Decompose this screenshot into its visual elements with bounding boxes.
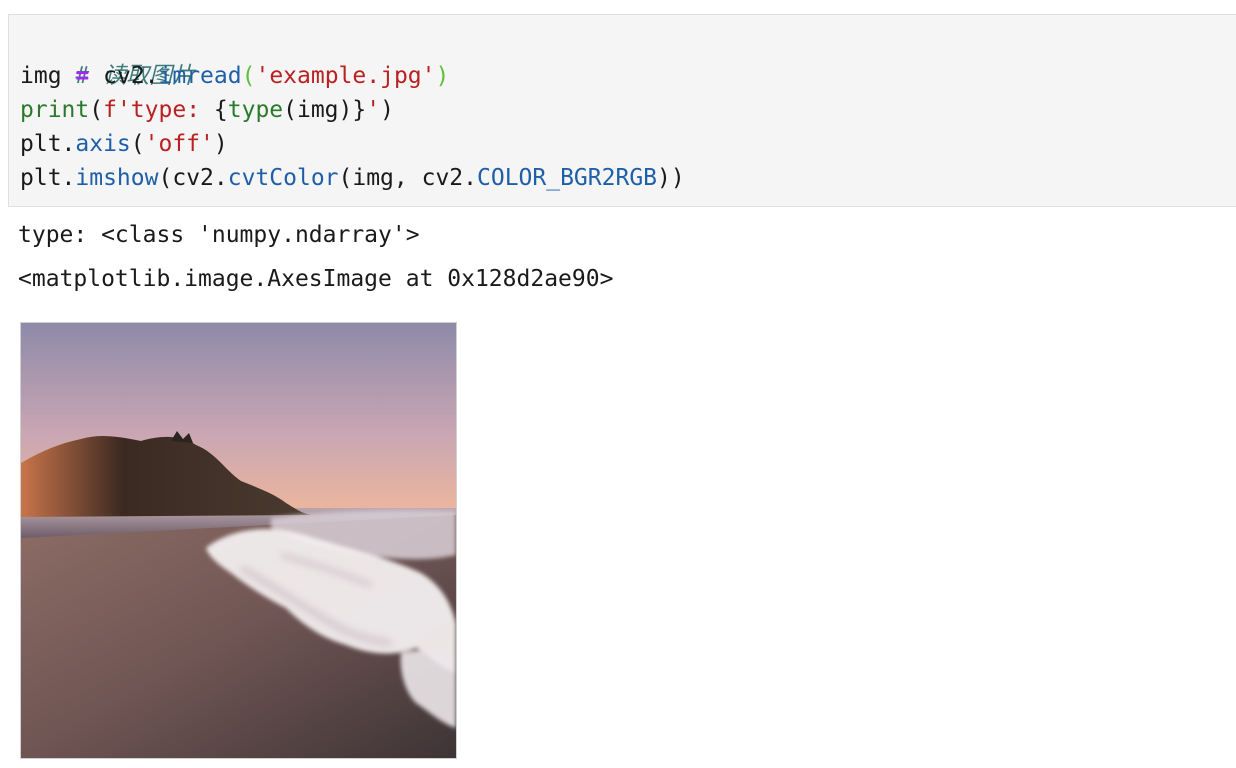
code-token-function: imread [158, 63, 242, 89]
code-token-paren-close: ) [435, 63, 450, 89]
code-token-function-2: cvtColor [227, 165, 339, 191]
output-repr: <matplotlib.image.AxesImage at 0x128d2ae… [18, 266, 614, 292]
code-token-paren-open: ( [158, 165, 173, 191]
code-line-axis: plt.axis('off') [20, 127, 228, 161]
code-token-paren-close: ) [213, 131, 228, 157]
code-token-function: imshow [75, 165, 159, 191]
code-token-brace-close: } [352, 97, 367, 123]
code-token-paren-open: ( [89, 97, 104, 123]
code-token-string: 'off' [144, 131, 214, 157]
code-token-fstring-end: ' [366, 97, 381, 123]
code-token-var: img [20, 63, 62, 89]
code-token-args: (img, cv2. [338, 165, 477, 191]
code-line-imshow: plt.imshow(cv2.cvtColor(img, cv2.COLOR_B… [20, 161, 685, 195]
code-token-builtin: print [20, 97, 90, 123]
code-line-imread: img = cv2.imread('example.jpg') [20, 59, 449, 93]
code-cell-input[interactable]: # 读取图片 img = cv2.imread('example.jpg') p… [8, 14, 1236, 207]
code-token-brace-open: { [213, 97, 228, 123]
code-token-module: cv2. [172, 165, 228, 191]
code-token-paren-close: )) [657, 165, 685, 191]
code-token-object: plt. [20, 131, 76, 157]
code-line-print: print(f'type: {type(img)}') [20, 93, 394, 127]
code-token-inner-function: type [227, 97, 284, 123]
code-token-function: axis [75, 131, 131, 157]
output-image-canvas [21, 323, 456, 758]
code-token-paren-open: ( [130, 131, 145, 157]
code-token-object: plt. [20, 165, 76, 191]
beach-sunset-image [20, 322, 457, 759]
code-line-comment: # 读取图片 [20, 25, 195, 89]
output-stdout: type: <class 'numpy.ndarray'> [18, 222, 420, 248]
code-token-fstring-start: f'type: [103, 97, 214, 123]
code-token-string: 'example.jpg' [255, 63, 436, 89]
code-token-inner-args: (img) [283, 97, 353, 123]
code-token-operator: = [75, 63, 90, 89]
code-token-constant: COLOR_BGR2RGB [477, 165, 658, 191]
code-token-paren-close: ) [380, 97, 394, 123]
code-token-object: cv2. [103, 63, 159, 89]
code-token-paren-open: ( [241, 63, 256, 89]
